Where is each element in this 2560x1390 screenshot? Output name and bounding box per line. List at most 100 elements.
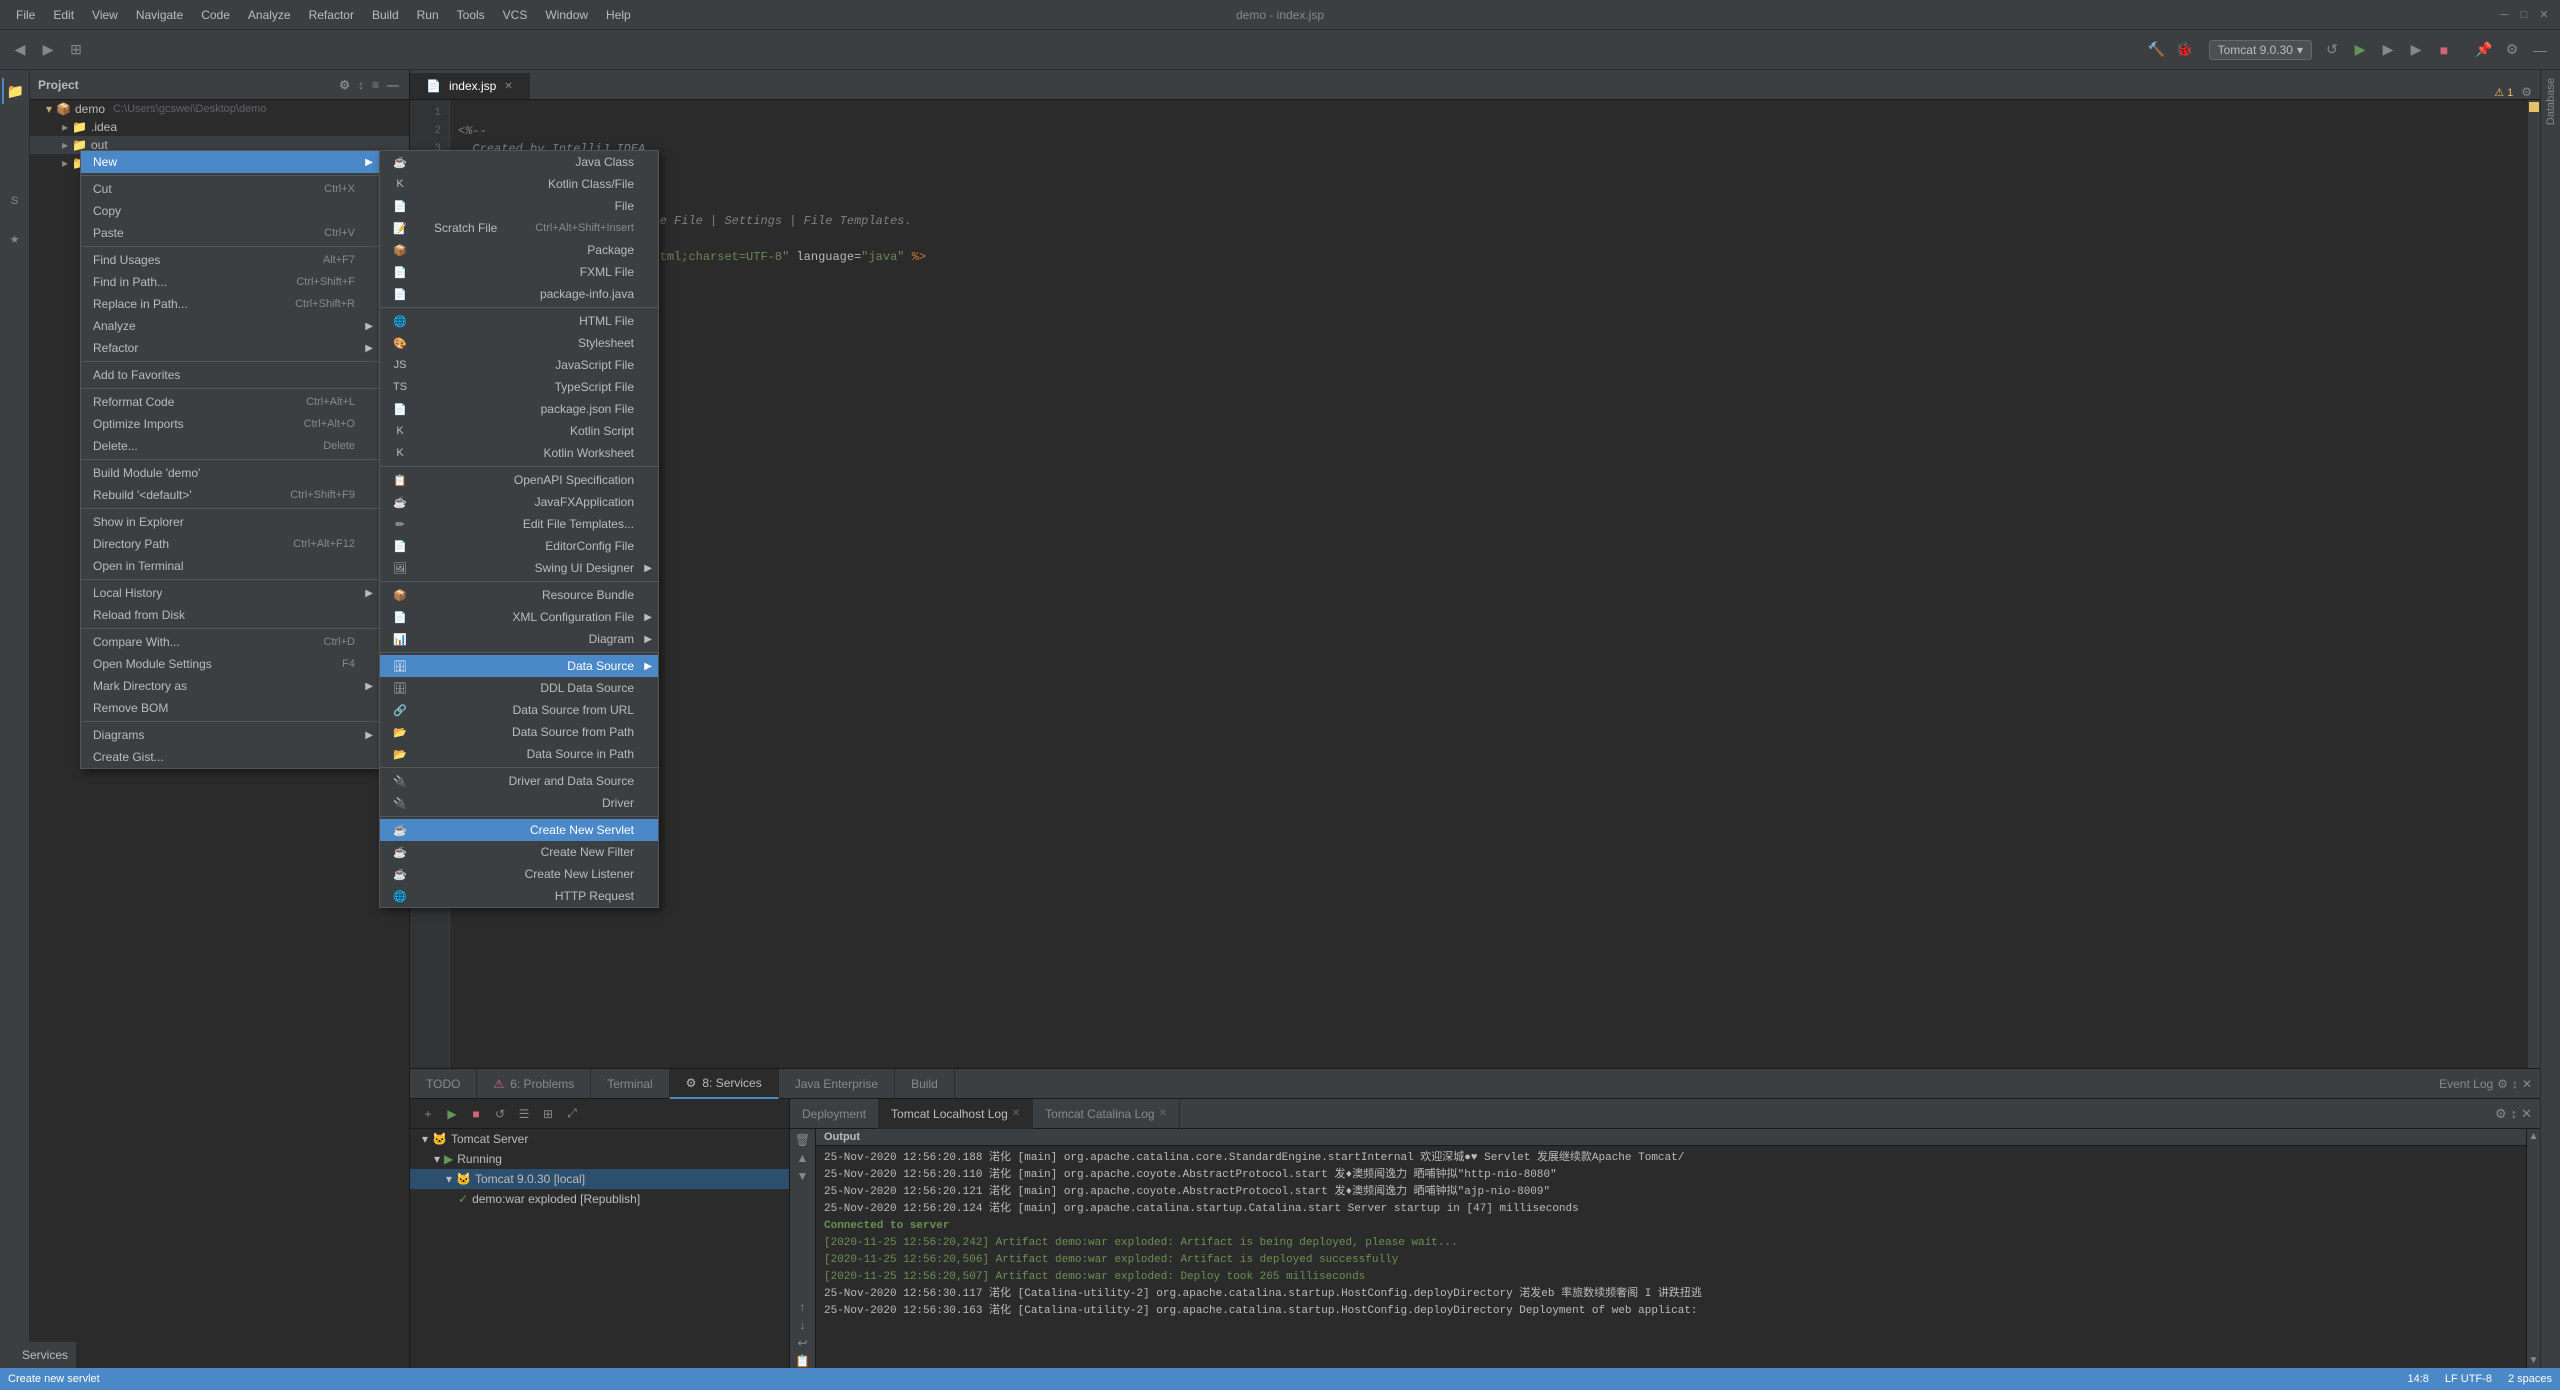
build-tab[interactable]: Build: [895, 1069, 955, 1099]
profile-button[interactable]: ▶: [2404, 38, 2428, 62]
ctx-reformat[interactable]: Reformat Code Ctrl+Alt+L: [81, 391, 379, 413]
ctx-replace-path[interactable]: Replace in Path... Ctrl+Shift+R: [81, 293, 379, 315]
sub-diagram[interactable]: 📊 Diagram ▶: [380, 628, 658, 650]
ctx-show-explorer[interactable]: Show in Explorer: [81, 511, 379, 533]
sub-file[interactable]: 📄 File: [380, 195, 658, 217]
settings-button[interactable]: ⚙: [2500, 38, 2524, 62]
sub-data-source[interactable]: 🗄 Data Source ▶: [380, 655, 658, 677]
collapse-button[interactable]: —: [2528, 38, 2552, 62]
idea-folder-item[interactable]: ▸ 📁 .idea: [30, 118, 409, 136]
sub-stylesheet[interactable]: 🎨 Stylesheet: [380, 332, 658, 354]
back-button[interactable]: ◀: [8, 38, 32, 62]
ctx-optimize-imports[interactable]: Optimize Imports Ctrl+Alt+O: [81, 413, 379, 435]
problems-tab[interactable]: ⚠ 6: Problems: [477, 1069, 591, 1099]
deployment-log-tab[interactable]: Deployment: [790, 1099, 879, 1129]
log-scroll-top-icon[interactable]: ▲: [797, 1151, 809, 1165]
menu-navigate[interactable]: Navigate: [128, 6, 191, 24]
ctx-mark-dir[interactable]: Mark Directory as ▶: [81, 675, 379, 697]
services-add-icon[interactable]: +: [418, 1104, 438, 1124]
structure-tab-icon[interactable]: S: [2, 188, 28, 214]
log-scroll-bottom-icon[interactable]: ▼: [797, 1169, 809, 1183]
ctx-reload-disk[interactable]: Reload from Disk: [81, 604, 379, 626]
ctx-refactor[interactable]: Refactor ▶: [81, 337, 379, 359]
menu-tools[interactable]: Tools: [449, 6, 493, 24]
run-debug-button[interactable]: 🐞: [2173, 38, 2197, 62]
scroll-down-icon[interactable]: ▼: [2529, 1355, 2539, 1366]
sub-java-class[interactable]: ☕ Java Class: [380, 151, 658, 173]
java-enterprise-tab[interactable]: Java Enterprise: [779, 1069, 895, 1099]
services-filter-icon[interactable]: ☰: [514, 1104, 534, 1124]
close-button[interactable]: ✕: [2536, 7, 2552, 23]
ctx-add-favorites[interactable]: Add to Favorites: [81, 364, 379, 386]
log-close-icon[interactable]: ✕: [2521, 1106, 2532, 1122]
bottom-expand-icon[interactable]: ↕: [2512, 1077, 2518, 1091]
tomcat-localhost-log-tab[interactable]: Tomcat Localhost Log ✕: [879, 1099, 1033, 1129]
menu-refactor[interactable]: Refactor: [301, 6, 362, 24]
ctx-find-path[interactable]: Find in Path... Ctrl+Shift+F: [81, 271, 379, 293]
services-restart-icon[interactable]: ↺: [490, 1104, 510, 1124]
index-jsp-tab[interactable]: 📄 index.jsp ✕: [410, 73, 530, 99]
run-button[interactable]: ▶: [2348, 38, 2372, 62]
services-bottom-label[interactable]: Services: [14, 1342, 76, 1368]
running-item[interactable]: ▾ ▶ Running: [410, 1149, 789, 1169]
menu-view[interactable]: View: [84, 6, 126, 24]
demo-war-item[interactable]: ✓ demo:war exploded [Republish]: [410, 1189, 789, 1209]
log-up-icon[interactable]: ↑: [800, 1300, 806, 1314]
tomcat-run-selector[interactable]: Tomcat 9.0.30 ▾: [2209, 40, 2312, 60]
minimize-button[interactable]: ─: [2496, 7, 2512, 23]
coverage-button[interactable]: ▶: [2376, 38, 2400, 62]
ctx-new-item[interactable]: New ▶: [81, 151, 379, 173]
sub-ts[interactable]: TS TypeScript File: [380, 376, 658, 398]
sub-kotlin-script[interactable]: K Kotlin Script: [380, 420, 658, 442]
minimize-panel-icon[interactable]: —: [385, 76, 401, 94]
expand-icon[interactable]: ↕: [356, 76, 366, 94]
reload-button[interactable]: ↺: [2320, 38, 2344, 62]
stop-button[interactable]: ■: [2432, 38, 2456, 62]
sub-pkgjson[interactable]: 📄 package.json File: [380, 398, 658, 420]
ctx-delete[interactable]: Delete... Delete: [81, 435, 379, 457]
catalina-log-close[interactable]: ✕: [1159, 1108, 1167, 1119]
ctx-open-terminal[interactable]: Open in Terminal: [81, 555, 379, 577]
sub-js[interactable]: JS JavaScript File: [380, 354, 658, 376]
sub-html[interactable]: 🌐 HTML File: [380, 310, 658, 332]
gear2-icon[interactable]: ≡: [370, 76, 381, 94]
ctx-rebuild[interactable]: Rebuild '<default>' Ctrl+Shift+F9: [81, 484, 379, 506]
project-root-item[interactable]: ▾ 📦 demo C:\Users\gcswei\Desktop\demo: [30, 100, 409, 118]
forward-button[interactable]: ▶: [36, 38, 60, 62]
services-expand-icon[interactable]: ⤢: [562, 1104, 582, 1124]
menu-build[interactable]: Build: [364, 6, 407, 24]
services-run-icon[interactable]: ▶: [442, 1104, 462, 1124]
sub-create-servlet[interactable]: ☕ Create New Servlet: [380, 819, 658, 841]
tab-close-icon[interactable]: ✕: [504, 81, 512, 92]
services-tab[interactable]: ⚙ 8: Services: [670, 1069, 779, 1099]
localhost-log-close[interactable]: ✕: [1012, 1108, 1020, 1119]
todo-tab[interactable]: TODO: [410, 1069, 477, 1099]
ctx-analyze[interactable]: Analyze ▶: [81, 315, 379, 337]
log-wrap-icon[interactable]: ↩: [797, 1336, 807, 1350]
event-log-btn[interactable]: Event Log: [2439, 1077, 2493, 1091]
ctx-dir-path[interactable]: Directory Path Ctrl+Alt+F12: [81, 533, 379, 555]
tomcat-catalina-log-tab[interactable]: Tomcat Catalina Log ✕: [1033, 1099, 1180, 1129]
sub-swing-ui[interactable]: 🖼 Swing UI Designer ▶: [380, 557, 658, 579]
recent-files-button[interactable]: ⊞: [64, 38, 88, 62]
ctx-copy-item[interactable]: Copy: [81, 200, 379, 222]
log-down-icon[interactable]: ↓: [800, 1318, 806, 1332]
sub-xml-config[interactable]: 📄 XML Configuration File ▶: [380, 606, 658, 628]
log-expand-icon[interactable]: ↕: [2511, 1106, 2518, 1121]
editor-settings-icon[interactable]: ⚙: [2521, 85, 2532, 99]
log-copy-icon[interactable]: 📋: [795, 1354, 810, 1368]
sub-kotlin-class[interactable]: K Kotlin Class/File: [380, 173, 658, 195]
scroll-up-icon[interactable]: ▲: [2529, 1131, 2539, 1142]
menu-code[interactable]: Code: [193, 6, 238, 24]
build-button[interactable]: 🔨: [2145, 38, 2169, 62]
menu-file[interactable]: File: [8, 6, 43, 24]
bottom-close-icon[interactable]: ✕: [2522, 1077, 2532, 1091]
sub-create-filter[interactable]: ☕ Create New Filter: [380, 841, 658, 863]
maximize-button[interactable]: □: [2516, 7, 2532, 23]
ctx-cut-item[interactable]: Cut Ctrl+X: [81, 178, 379, 200]
ctx-diagrams[interactable]: Diagrams ▶: [81, 724, 379, 746]
menu-analyze[interactable]: Analyze: [240, 6, 299, 24]
log-settings-icon[interactable]: ⚙: [2495, 1106, 2507, 1122]
tomcat-server-item[interactable]: ▾ 🐱 Tomcat Server: [410, 1129, 789, 1149]
sub-ds-from-path[interactable]: 📂 Data Source from Path: [380, 721, 658, 743]
